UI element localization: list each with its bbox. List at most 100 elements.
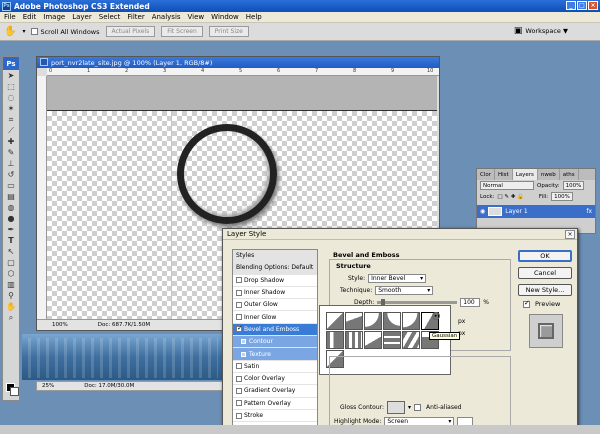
cancel-button[interactable]: Cancel xyxy=(518,267,572,279)
eyedropper-tool-icon[interactable]: ⚲ xyxy=(3,290,19,301)
clone-stamp-tool-icon[interactable]: ⊥ xyxy=(3,158,19,169)
menu-filter[interactable]: Filter xyxy=(127,13,144,21)
checkbox[interactable] xyxy=(241,351,246,357)
ok-button[interactable]: OK xyxy=(518,250,572,262)
menu-layer[interactable]: Layer xyxy=(72,13,92,21)
style-item-texture[interactable]: Texture xyxy=(233,348,317,361)
lock-icons[interactable]: □ ✎ ✚ 🔒 xyxy=(497,194,524,200)
dropdown-arrow-icon[interactable]: ▾ xyxy=(408,404,411,411)
zoom-level[interactable]: 25% xyxy=(42,383,54,389)
fit-screen-button[interactable]: Fit Screen xyxy=(161,26,203,37)
style-item-stroke[interactable]: Stroke xyxy=(233,410,317,423)
contour-ring[interactable] xyxy=(326,331,344,349)
style-item-inner-shadow[interactable]: Inner Shadow xyxy=(233,287,317,300)
layer-row[interactable]: ◉ Layer 1 fx xyxy=(477,205,595,218)
contour-cone[interactable] xyxy=(345,312,363,330)
anti-aliased-checkbox[interactable] xyxy=(414,404,422,411)
menu-analysis[interactable]: Analysis xyxy=(152,13,181,21)
style-item-contour[interactable]: Contour xyxy=(233,336,317,349)
menu-view[interactable]: View xyxy=(188,13,205,21)
background-color-swatch[interactable] xyxy=(10,387,19,396)
maximize-button[interactable]: □ xyxy=(577,1,587,10)
dialog-close-button[interactable]: × xyxy=(565,230,575,239)
magic-wand-tool-icon[interactable]: ✶ xyxy=(3,103,19,114)
menu-help[interactable]: Help xyxy=(246,13,262,21)
contour-cove-deep[interactable] xyxy=(364,312,382,330)
contour-sawtooth[interactable] xyxy=(402,331,420,349)
gloss-contour-thumbnail[interactable] xyxy=(387,401,406,414)
dodge-tool-icon[interactable]: ● xyxy=(3,213,19,224)
minimize-button[interactable]: _ xyxy=(566,1,576,10)
tab-layers[interactable]: Layers xyxy=(512,169,538,180)
style-item-satin[interactable]: Satin xyxy=(233,361,317,373)
path-selection-tool-icon[interactable]: ↖ xyxy=(3,246,19,257)
guide-line[interactable] xyxy=(171,111,172,321)
vertical-ruler[interactable] xyxy=(37,76,47,319)
scroll-all-windows-checkbox[interactable] xyxy=(31,28,39,35)
hand-tool-icon[interactable]: ✋ xyxy=(4,26,16,37)
history-brush-tool-icon[interactable]: ↺ xyxy=(3,169,19,180)
close-button[interactable]: × xyxy=(588,1,598,10)
checkbox[interactable] xyxy=(236,363,242,370)
type-tool-icon[interactable]: T xyxy=(3,235,19,246)
checkbox[interactable] xyxy=(236,301,242,308)
checkbox[interactable] xyxy=(236,400,242,407)
technique-select[interactable]: Smooth ▾ xyxy=(375,286,434,295)
menu-file[interactable]: File xyxy=(4,13,16,21)
print-size-button[interactable]: Print Size xyxy=(208,26,249,37)
lasso-tool-icon[interactable]: ◌ xyxy=(3,92,19,103)
checkbox[interactable] xyxy=(236,412,242,419)
styles-header[interactable]: Styles xyxy=(233,250,317,263)
slice-tool-icon[interactable]: ⟋ xyxy=(3,125,19,136)
menu-select[interactable]: Select xyxy=(99,13,121,21)
checkbox[interactable] xyxy=(236,277,242,284)
scroll-all-windows-option[interactable]: Scroll All Windows xyxy=(31,28,100,36)
brush-tool-icon[interactable]: ✎ xyxy=(3,147,19,158)
horizontal-ruler[interactable]: 0 1 2 3 4 5 6 7 8 9 10 xyxy=(47,68,439,76)
style-item-bevel-emboss[interactable]: Bevel and Emboss xyxy=(233,323,317,337)
checkbox[interactable] xyxy=(241,339,246,345)
gradient-tool-icon[interactable]: ▤ xyxy=(3,191,19,202)
zoom-tool-icon[interactable]: ⌕ xyxy=(3,312,19,323)
move-tool-icon[interactable]: ➤ xyxy=(3,70,19,81)
style-item-pattern-overlay[interactable]: Pattern Overlay xyxy=(233,398,317,410)
style-select[interactable]: Inner Bevel ▾ xyxy=(368,274,427,283)
contour-gaussian[interactable] xyxy=(402,312,420,330)
workspace-menu[interactable]: ▣ Workspace ▼ xyxy=(514,26,568,36)
notes-tool-icon[interactable]: ▥ xyxy=(3,279,19,290)
hand-tool-icon[interactable]: ✋ xyxy=(3,301,19,312)
crop-tool-icon[interactable]: ⌗ xyxy=(3,114,19,125)
tab-color[interactable]: Clor xyxy=(477,169,495,180)
style-item-inner-glow[interactable]: Inner Glow xyxy=(233,311,317,324)
new-style-button[interactable]: New Style... xyxy=(518,284,572,296)
tab-paths[interactable]: aths xyxy=(560,169,579,180)
style-item-gradient-overlay[interactable]: Gradient Overlay xyxy=(233,385,317,398)
contour-rounded-steps[interactable] xyxy=(383,331,401,349)
checkbox[interactable] xyxy=(236,387,242,394)
checkbox[interactable] xyxy=(236,314,242,321)
eye-icon[interactable]: ◉ xyxy=(480,208,485,215)
opacity-input[interactable]: 100% xyxy=(562,181,585,190)
depth-slider[interactable] xyxy=(377,299,458,305)
contour-cove-shallow[interactable] xyxy=(383,312,401,330)
contour-rolling-slope[interactable] xyxy=(364,331,382,349)
checkbox-checked[interactable] xyxy=(236,324,243,333)
style-item-drop-shadow[interactable]: Drop Shadow xyxy=(233,275,317,287)
preview-checkbox[interactable] xyxy=(523,299,530,308)
menu-image[interactable]: Image xyxy=(43,13,65,21)
tab-history[interactable]: Hist xyxy=(495,169,513,180)
3d-tool-icon[interactable]: ⬡ xyxy=(3,268,19,279)
tool-preset-dropdown-icon[interactable]: ▾ xyxy=(22,28,25,35)
checkbox[interactable] xyxy=(236,375,242,382)
menu-edit[interactable]: Edit xyxy=(23,13,37,21)
contour-ring-double[interactable] xyxy=(345,331,363,349)
style-item-color-overlay[interactable]: Color Overlay xyxy=(233,373,317,386)
style-item-outer-glow[interactable]: Outer Glow xyxy=(233,299,317,312)
actual-pixels-button[interactable]: Actual Pixels xyxy=(105,26,156,37)
checkbox[interactable] xyxy=(236,289,242,296)
healing-brush-tool-icon[interactable]: ✚ xyxy=(3,136,19,147)
fill-input[interactable]: 100% xyxy=(551,192,573,201)
contour-linear[interactable] xyxy=(326,312,344,330)
eraser-tool-icon[interactable]: ▭ xyxy=(3,180,19,191)
zoom-level[interactable]: 100% xyxy=(52,322,68,328)
